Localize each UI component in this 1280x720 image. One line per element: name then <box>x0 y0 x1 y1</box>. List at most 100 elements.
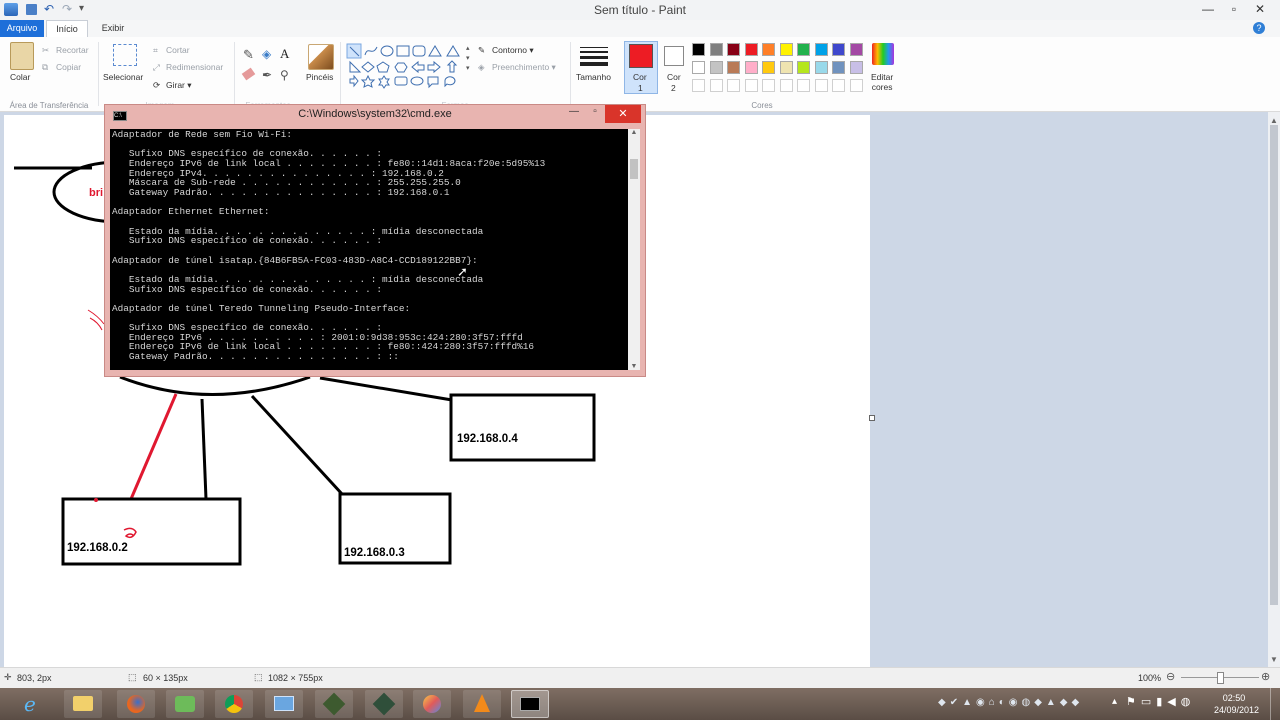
zoom-in-icon[interactable]: ⊕ <box>1261 670 1270 683</box>
cmd-scrollbar-thumb[interactable] <box>630 159 638 179</box>
palette-swatch[interactable] <box>779 61 793 74</box>
fill-shape-icon[interactable]: ◈ <box>478 62 485 73</box>
custom-color-slot[interactable] <box>832 79 845 92</box>
size-icon[interactable] <box>580 45 608 67</box>
shapes-gallery[interactable] <box>346 43 466 93</box>
fill-icon[interactable]: ◈ <box>262 47 271 61</box>
pencil-icon[interactable]: ✎ <box>243 47 254 63</box>
custom-color-slot[interactable] <box>779 79 793 92</box>
tab-inicio[interactable]: Início <box>46 20 88 37</box>
brushes-button[interactable]: Pincéis <box>306 72 333 82</box>
cmd-minimize-button[interactable]: — <box>564 106 584 117</box>
palette-swatch[interactable] <box>762 61 775 74</box>
palette-swatch[interactable] <box>814 61 828 74</box>
custom-color-slot[interactable] <box>727 79 740 92</box>
rotate-icon[interactable]: ⟳ <box>153 80 160 91</box>
tab-exibir[interactable]: Exibir <box>92 20 134 37</box>
shapes-scroll-icon[interactable]: ▴ ▾ ▾ <box>466 44 470 74</box>
cmd-close-button[interactable]: ✕ <box>605 105 641 123</box>
scrollbar-thumb[interactable] <box>1270 125 1278 605</box>
zoom-out-icon[interactable]: ⊖ <box>1166 670 1175 683</box>
rotate-button[interactable]: Girar ▾ <box>166 80 192 91</box>
palette-swatch[interactable] <box>762 43 775 56</box>
color2-swatch[interactable] <box>664 46 684 66</box>
custom-color-slot[interactable] <box>797 79 810 92</box>
taskbar-network[interactable] <box>166 690 204 718</box>
edit-colors-icon[interactable] <box>872 43 894 65</box>
resize-button[interactable]: Redimensionar <box>166 62 223 72</box>
resize-icon[interactable]: ⤢ <box>153 62 160 73</box>
cut-icon[interactable]: ✂ <box>42 45 49 56</box>
size-button[interactable]: Tamanho <box>576 72 611 82</box>
brush-icon[interactable] <box>308 44 334 70</box>
help-icon[interactable]: ? <box>1253 22 1265 34</box>
zoom-slider-thumb[interactable] <box>1217 672 1224 684</box>
color-picker-icon[interactable]: ✒ <box>262 68 272 82</box>
clock[interactable]: 02:50 24/09/2012 <box>1214 692 1259 716</box>
taskbar-firefox[interactable] <box>117 690 155 718</box>
custom-color-slot[interactable] <box>709 79 723 92</box>
cmd-scroll-down-icon[interactable]: ▼ <box>628 363 640 370</box>
minimize-button[interactable]: — <box>1195 0 1221 18</box>
copy-icon[interactable]: ⧉ <box>42 62 48 73</box>
close-button[interactable]: ✕ <box>1247 0 1273 18</box>
custom-color-slot[interactable] <box>762 79 775 92</box>
paste-button[interactable]: Colar <box>10 72 30 82</box>
palette-swatch[interactable] <box>832 61 845 74</box>
palette-swatch[interactable] <box>814 43 828 56</box>
tray-system-icons[interactable]: ⚑▭▮◀◍ <box>1126 695 1195 708</box>
text-icon[interactable]: A <box>280 46 289 62</box>
edit-colors-button[interactable]: Editar cores <box>871 72 893 92</box>
maximize-button[interactable]: ▫ <box>1221 0 1247 18</box>
custom-color-slot[interactable] <box>849 79 863 92</box>
magnifier-icon[interactable]: ⚲ <box>280 68 289 82</box>
taskbar-chrome[interactable] <box>215 690 253 718</box>
palette-swatch[interactable] <box>744 43 758 56</box>
taskbar-explorer[interactable] <box>64 690 102 718</box>
custom-color-slot[interactable] <box>814 79 828 92</box>
fill-shape-button[interactable]: Preenchimento ▾ <box>492 62 556 73</box>
palette-swatch[interactable] <box>727 43 740 56</box>
custom-color-slot[interactable] <box>692 79 705 92</box>
palette-swatch[interactable] <box>692 43 705 56</box>
palette-swatch[interactable] <box>797 61 810 74</box>
taskbar-cmd[interactable] <box>511 690 549 718</box>
cmd-scrollbar[interactable]: ▲ ▼ <box>628 129 640 370</box>
outline-icon[interactable]: ✎ <box>478 45 485 56</box>
cmd-scroll-up-icon[interactable]: ▲ <box>628 129 640 136</box>
cmd-window[interactable]: C:\ C:\Windows\system32\cmd.exe — ▫ ✕ Ad… <box>104 104 646 377</box>
palette-swatch[interactable] <box>692 61 705 74</box>
scroll-down-icon[interactable]: ▼ <box>1268 655 1280 664</box>
color1-swatch[interactable] <box>629 44 653 68</box>
palette-swatch[interactable] <box>744 61 758 74</box>
crop-icon[interactable]: ⌗ <box>153 45 158 56</box>
tab-arquivo[interactable]: Arquivo <box>0 20 44 37</box>
crop-button[interactable]: Cortar <box>166 45 190 55</box>
paste-icon[interactable] <box>10 42 34 70</box>
palette-swatch[interactable] <box>709 43 723 56</box>
palette-swatch[interactable] <box>849 61 863 74</box>
cmd-maximize-button[interactable]: ▫ <box>585 106 605 117</box>
select-icon[interactable] <box>113 44 137 66</box>
scroll-up-icon[interactable]: ▲ <box>1268 116 1280 125</box>
taskbar-app-green2[interactable] <box>365 690 403 718</box>
palette-swatch[interactable] <box>832 43 845 56</box>
taskbar-remote[interactable] <box>265 690 303 718</box>
custom-color-slot[interactable] <box>744 79 758 92</box>
taskbar-paint[interactable] <box>413 690 451 718</box>
show-desktop-button[interactable] <box>1270 688 1280 720</box>
cmd-console[interactable]: Adaptador de Rede sem Fio Wi-Fi: Sufixo … <box>110 129 628 370</box>
cut-button[interactable]: Recortar <box>56 45 89 55</box>
outline-button[interactable]: Contorno ▾ <box>492 45 534 56</box>
copy-button[interactable]: Copiar <box>56 62 81 72</box>
palette-swatch[interactable] <box>779 43 793 56</box>
ie-icon[interactable]: e <box>24 692 36 716</box>
select-button[interactable]: Selecionar <box>103 72 143 82</box>
palette-swatch[interactable] <box>797 43 810 56</box>
palette-swatch[interactable] <box>849 43 863 56</box>
taskbar-vlc[interactable] <box>463 690 501 718</box>
palette-swatch[interactable] <box>727 61 740 74</box>
taskbar-app-green[interactable] <box>315 690 353 718</box>
tray-expand-icon[interactable]: ▴ <box>1112 696 1117 707</box>
palette-swatch[interactable] <box>709 61 723 74</box>
